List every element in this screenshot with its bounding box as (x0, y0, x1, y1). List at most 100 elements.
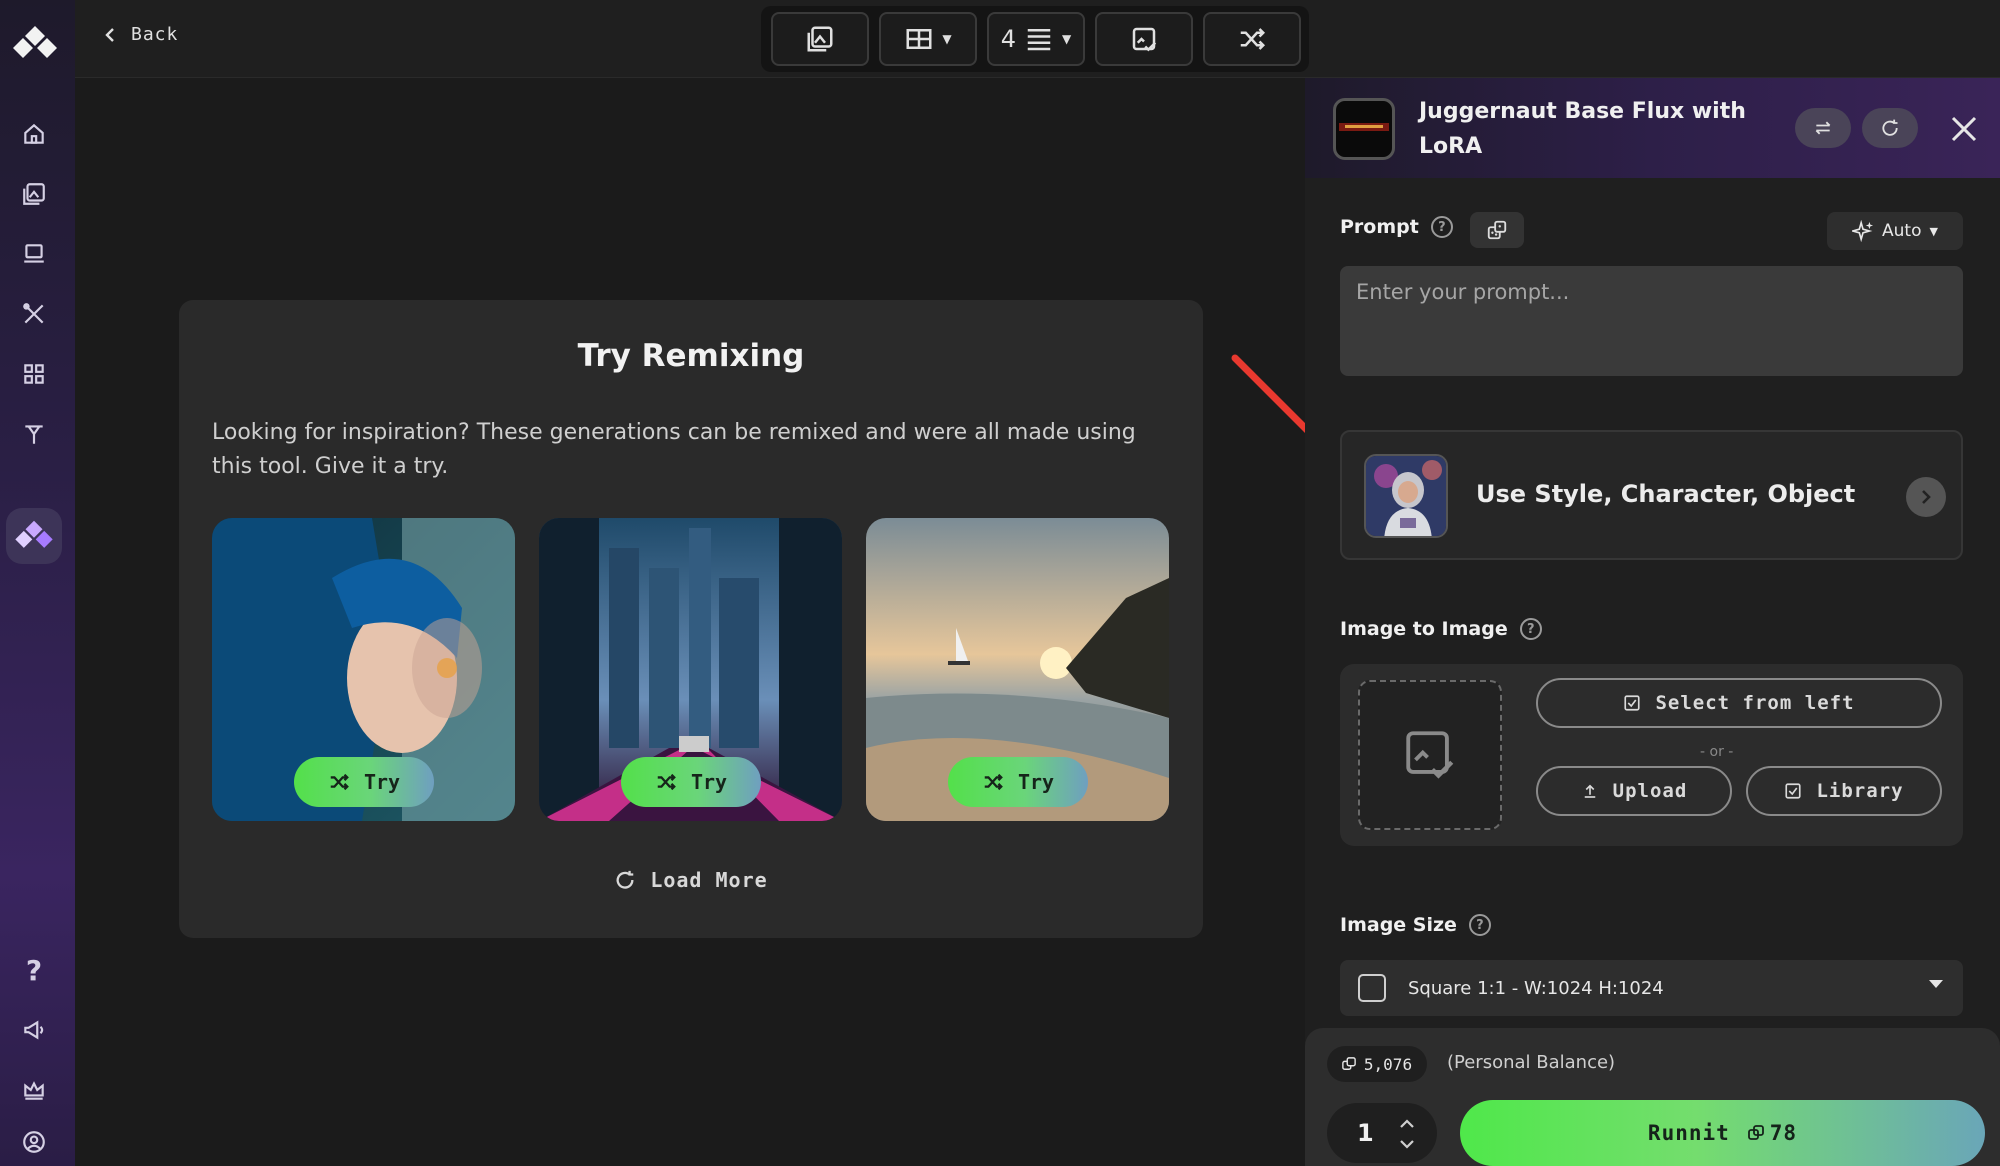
prompt-label-row: Prompt ? (1340, 216, 1453, 238)
chevron-down-icon: ▼ (942, 32, 952, 46)
i2i-label: Image to Image (1340, 618, 1508, 640)
gallery-icon (807, 26, 833, 52)
close-icon[interactable] (1949, 114, 1979, 144)
try-label: Try (690, 770, 728, 794)
app-root: ? Back ▼ 4 ▼ Try Remixing Looking for in… (0, 0, 2000, 1166)
left-rail: ? (0, 0, 75, 1166)
chevron-left-icon (105, 27, 114, 42)
back-button[interactable]: Back (103, 24, 178, 45)
tools-icon[interactable] (16, 296, 52, 332)
model-logo-image (1339, 123, 1389, 131)
prompt-dice-button[interactable] (1470, 212, 1524, 248)
top-bar: Back ▼ 4 ▼ (75, 0, 2000, 78)
runnit-label: Runnit (1647, 1121, 1730, 1145)
try-button[interactable]: Try (621, 757, 761, 807)
image-check-icon (1132, 27, 1157, 52)
auto-enhance-dropdown[interactable]: Auto ▼ (1827, 212, 1963, 250)
shuffle-icon (330, 773, 349, 791)
stepper-arrows-icon[interactable] (1397, 1115, 1417, 1153)
grid-count-value: 4 (1000, 25, 1017, 53)
trainer-icon[interactable] (16, 416, 52, 452)
model-header: Juggernaut Base Flux with LoRA (1305, 78, 2000, 178)
help-circle-icon[interactable]: ? (1430, 216, 1453, 238)
grid-layout-button[interactable]: ▼ (879, 12, 977, 66)
select-from-left-button[interactable]: Select from left (1536, 678, 1942, 728)
list-icon (1027, 29, 1051, 51)
dice-icon (1487, 220, 1507, 240)
megaphone-icon[interactable] (16, 1012, 52, 1048)
remix-thumbnail-1[interactable]: Try (212, 518, 515, 821)
try-button[interactable]: Try (294, 757, 434, 807)
coin-icon (1342, 1057, 1356, 1070)
remix-title: Try Remixing (577, 338, 805, 374)
swap-arrows-icon (1815, 121, 1831, 135)
library-button[interactable]: Library (1746, 766, 1942, 816)
chevron-down-icon: ▼ (1062, 32, 1072, 46)
shuffle-icon (657, 773, 676, 791)
reset-button[interactable] (1862, 108, 1918, 148)
remix-thumbnail-2[interactable]: Try (539, 518, 842, 821)
laptop-icon[interactable] (16, 236, 52, 272)
try-label: Try (1017, 770, 1055, 794)
main-area: Try Remixing Looking for inspiration? Th… (75, 78, 1397, 1166)
refresh-icon (616, 870, 634, 889)
image-size-label-row: Image Size ? (1340, 914, 1491, 936)
style-thumbnail (1364, 454, 1448, 538)
style-character-object-button[interactable]: Use Style, Character, Object (1340, 430, 1963, 560)
upload-icon (1584, 784, 1595, 798)
try-button[interactable]: Try (948, 757, 1088, 807)
upload-button[interactable]: Upload (1536, 766, 1732, 816)
current-tool-button[interactable] (6, 508, 62, 564)
shuffle-icon (984, 773, 1003, 791)
single-image-view-button[interactable] (771, 12, 869, 66)
prompt-input[interactable]: Enter your prompt... (1340, 266, 1963, 376)
image-drop-zone[interactable] (1358, 680, 1502, 830)
swap-model-button[interactable] (1795, 108, 1851, 148)
prompt-label: Prompt (1340, 216, 1419, 238)
app-logo-icon[interactable] (13, 24, 57, 64)
chevron-down-icon (1929, 980, 1943, 988)
run-footer: 5,076 (Personal Balance) 1 Runnit 78 (1305, 1028, 2000, 1166)
remix-description: Looking for inspiration? These generatio… (212, 420, 1136, 479)
quantity-stepper[interactable]: 1 (1327, 1103, 1437, 1163)
image-size-select[interactable]: Square 1:1 - W:1024 H:1024 (1340, 960, 1963, 1016)
home-icon[interactable] (16, 116, 52, 152)
try-label: Try (363, 770, 401, 794)
image-size-label: Image Size (1340, 914, 1457, 936)
style-label: Use Style, Character, Object (1476, 480, 1856, 508)
balance-value: 5,076 (1363, 1054, 1413, 1074)
astronaut-image (1366, 456, 1446, 536)
image-size-value: Square 1:1 - W:1024 H:1024 (1408, 977, 1664, 999)
upload-label: Upload (1612, 780, 1688, 802)
checkbox-icon (1785, 783, 1802, 799)
table-grid-icon (906, 29, 932, 49)
load-more-button[interactable]: Load More (179, 868, 1203, 892)
back-label: Back (131, 24, 179, 45)
select-image-button[interactable] (1095, 12, 1193, 66)
shuffle-icon (1240, 28, 1266, 50)
help-icon[interactable]: ? (16, 952, 52, 988)
apps-grid-icon[interactable] (16, 356, 52, 392)
model-thumbnail[interactable] (1333, 98, 1395, 160)
crown-icon[interactable] (16, 1072, 52, 1108)
runnit-cost-value: 78 (1769, 1121, 1798, 1145)
account-icon[interactable] (16, 1124, 52, 1160)
help-circle-icon[interactable]: ? (1468, 914, 1491, 936)
select-from-left-label: Select from left (1655, 692, 1855, 714)
library-label: Library (1816, 780, 1904, 802)
chevron-down-icon: ▼ (1929, 224, 1938, 238)
i2i-label-row: Image to Image ? (1340, 618, 1542, 640)
or-divider: - or - (1700, 744, 1734, 760)
balance-label: (Personal Balance) (1447, 1052, 1616, 1073)
runnit-button[interactable]: Runnit 78 (1460, 1100, 1985, 1166)
help-circle-icon[interactable]: ? (1519, 618, 1542, 640)
model-name: Juggernaut Base Flux with LoRA (1419, 99, 1746, 159)
remix-thumbnail-3[interactable]: Try (866, 518, 1169, 821)
gallery-icon[interactable] (16, 176, 52, 212)
balance-badge: 5,076 (1327, 1046, 1427, 1082)
grid-count-button[interactable]: 4 ▼ (987, 12, 1085, 66)
image-to-image-section: Select from left - or - Upload Library (1340, 664, 1963, 846)
shuffle-button[interactable] (1203, 12, 1301, 66)
runnit-cost: 78 (1747, 1121, 1798, 1145)
square-aspect-icon (1358, 974, 1386, 1002)
